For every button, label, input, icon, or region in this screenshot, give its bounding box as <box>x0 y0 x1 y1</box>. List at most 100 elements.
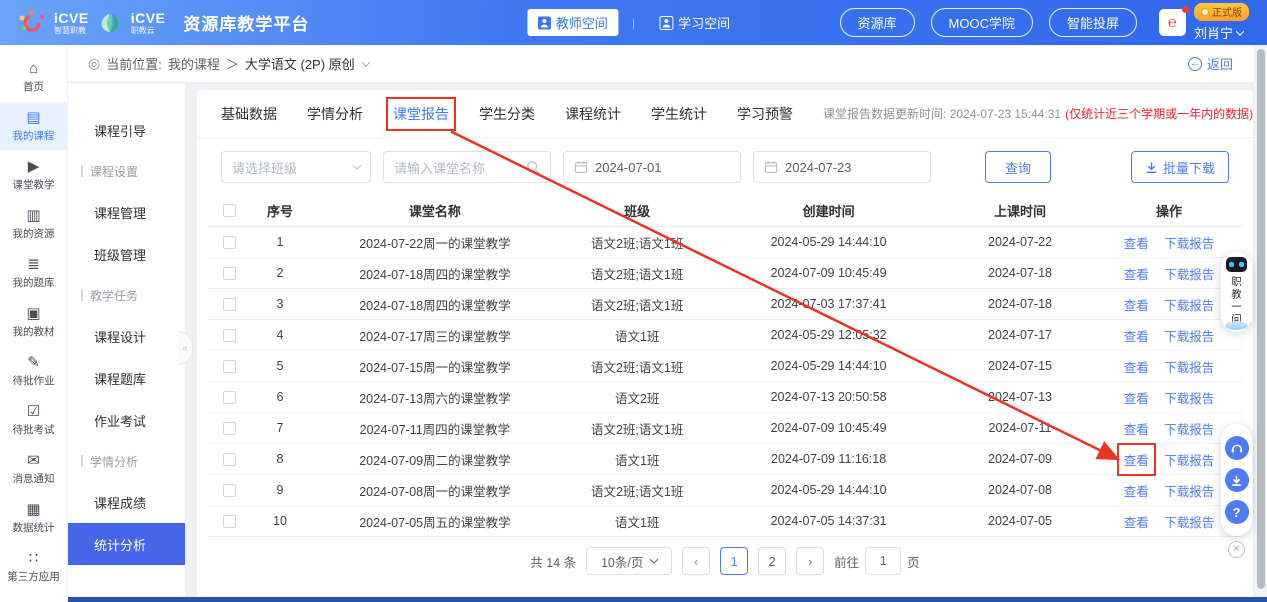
help-button[interactable]: ? <box>1225 500 1249 524</box>
rail-item-8[interactable]: ☑ 待批考试 <box>0 396 67 444</box>
tab-6[interactable]: 学生统计 <box>651 104 707 124</box>
next-page-button[interactable]: › <box>796 547 824 575</box>
mooc-academy-button[interactable]: MOOC学院 <box>931 8 1033 37</box>
menu-item-4[interactable]: 班级管理 <box>68 233 185 275</box>
row-checkbox[interactable] <box>223 453 236 466</box>
class-select[interactable]: 请选择班级 <box>221 151 371 183</box>
query-button[interactable]: 查询 <box>985 151 1051 183</box>
menu-item-7[interactable]: 课程题库 <box>68 357 185 399</box>
rail-item-7[interactable]: ✎ 待批作业 <box>0 347 67 395</box>
menu-item-11[interactable]: 统计分析 <box>68 523 185 565</box>
rail-item-4[interactable]: ▥ 我的资源 <box>0 200 67 248</box>
menu-item-8[interactable]: 作业考试 <box>68 399 185 441</box>
tab-3[interactable]: 课堂报告 <box>393 104 449 124</box>
learning-space-button[interactable]: 学习空间 <box>649 9 740 36</box>
table-row: 6 2024-07-13周六的课堂教学 语文2班 2024-07-13 20:5… <box>207 382 1243 413</box>
learning-space-icon <box>659 16 673 30</box>
download-report-link[interactable]: 下载报告 <box>1164 419 1214 438</box>
menu-item-10[interactable]: 课程成绩 <box>68 481 185 523</box>
page-button-2[interactable]: 2 <box>758 547 786 575</box>
page-button-1[interactable]: 1 <box>720 547 748 575</box>
user-menu[interactable]: 刘肖宁 <box>1194 23 1243 42</box>
view-link[interactable]: 查看 <box>1124 295 1149 314</box>
menu-item-6[interactable]: 课程设计 <box>68 315 185 357</box>
row-checkbox[interactable] <box>223 298 236 311</box>
tab-2[interactable]: 学情分析 <box>307 104 363 124</box>
rail-item-9[interactable]: ✉ 消息通知 <box>0 445 67 493</box>
row-checkbox[interactable] <box>223 360 236 373</box>
download-report-link[interactable]: 下载报告 <box>1164 450 1214 469</box>
row-checkbox[interactable] <box>223 484 236 497</box>
rail-item-1[interactable]: ⌂ 首页 <box>0 53 67 101</box>
download-report-link[interactable]: 下载报告 <box>1164 233 1214 252</box>
prev-page-button[interactable]: ‹ <box>682 547 710 575</box>
sidebar-collapse-handle[interactable]: « <box>178 331 193 365</box>
batch-download-button[interactable]: 批量下载 <box>1131 151 1229 183</box>
download-report-link[interactable]: 下载报告 <box>1164 326 1214 345</box>
back-button[interactable]: ← 返回 <box>1188 54 1233 73</box>
row-checkbox[interactable] <box>223 515 236 528</box>
goto-page-input[interactable] <box>865 547 901 575</box>
row-checkbox[interactable] <box>223 267 236 280</box>
toolbar-close-button[interactable]: ✕ <box>1228 541 1245 558</box>
report-main-card: 基础数据学情分析课堂报告学生分类课程统计学生统计学习预警 课堂报告数据更新时间:… <box>197 90 1253 602</box>
download-report-link[interactable]: 下载报告 <box>1164 481 1214 500</box>
user-avatar[interactable]: ℮ <box>1159 9 1186 36</box>
row-checkbox[interactable] <box>223 422 236 435</box>
course-switch-chevron-icon[interactable] <box>361 58 369 66</box>
col-header-actions: 操作 <box>1095 201 1243 220</box>
view-link[interactable]: 查看 <box>1124 388 1149 407</box>
ai-assistant-widget[interactable]: 职教一问 <box>1221 252 1252 332</box>
view-link[interactable]: 查看 <box>1124 357 1149 376</box>
resource-library-button[interactable]: 资源库 <box>840 8 915 37</box>
tab-7[interactable]: 学习预警 <box>737 104 793 124</box>
platform-title: 资源库教学平台 <box>183 10 309 35</box>
rail-item-5[interactable]: ≣ 我的题库 <box>0 249 67 297</box>
row-checkbox[interactable] <box>223 236 236 249</box>
menu-item-1[interactable]: 课程引导 <box>68 109 185 151</box>
teacher-space-button[interactable]: 教师空间 <box>527 9 618 36</box>
breadcrumb-current[interactable]: 大学语文 (2P) 原创 <box>245 54 355 73</box>
view-link[interactable]: 查看 <box>1124 419 1149 438</box>
date-end-picker[interactable]: 2024-07-23 <box>753 151 931 183</box>
view-link[interactable]: 查看 <box>1124 326 1149 345</box>
rail-item-3[interactable]: ▶ 课堂教学 <box>0 151 67 199</box>
download-report-link[interactable]: 下载报告 <box>1164 357 1214 376</box>
rail-item-10[interactable]: ▦ 数据统计 <box>0 494 67 542</box>
tab-4[interactable]: 学生分类 <box>479 104 535 124</box>
download-report-link[interactable]: 下载报告 <box>1164 264 1214 283</box>
view-link[interactable]: 查看 <box>1124 264 1149 283</box>
class-name-search-input[interactable]: 请输入课堂名称 <box>383 151 551 183</box>
table-header-row: 序号 课堂名称 班级 创建时间 上课时间 操作 <box>207 194 1243 227</box>
date-start-picker[interactable]: 2024-07-01 <box>563 151 741 183</box>
table-row: 4 2024-07-17周三的课堂教学 语文1班 2024-05-29 12:0… <box>207 320 1243 351</box>
table-row: 2 2024-07-18周四的课堂教学 语文2班;语文1班 2024-07-09… <box>207 258 1243 289</box>
download-report-link[interactable]: 下载报告 <box>1164 388 1214 407</box>
tab-5[interactable]: 课程统计 <box>565 104 621 124</box>
breadcrumb-parent[interactable]: 我的课程 <box>168 54 220 73</box>
row-checkbox[interactable] <box>223 329 236 342</box>
download-center-button[interactable] <box>1225 468 1249 492</box>
menu-item-3[interactable]: 课程管理 <box>68 191 185 233</box>
data-stats-icon: ▦ <box>26 502 40 517</box>
scrollbar-thumb[interactable] <box>1257 49 1265 589</box>
view-link[interactable]: 查看 <box>1124 450 1149 469</box>
rail-item-6[interactable]: ▣ 我的教材 <box>0 298 67 346</box>
download-report-link[interactable]: 下载报告 <box>1164 512 1214 531</box>
scrollbar-track[interactable] <box>1254 45 1267 602</box>
customer-service-button[interactable] <box>1225 436 1249 460</box>
download-report-link[interactable]: 下载报告 <box>1164 295 1214 314</box>
rail-item-2[interactable]: ▤ 我的课程 <box>0 102 67 150</box>
view-link[interactable]: 查看 <box>1124 481 1149 500</box>
row-checkbox[interactable] <box>223 391 236 404</box>
menu-group-label: 教学任务 <box>68 275 185 315</box>
view-link[interactable]: 查看 <box>1124 233 1149 252</box>
floating-toolbar: ? <box>1221 424 1252 536</box>
col-header-class: 班级 <box>562 201 712 220</box>
tab-1[interactable]: 基础数据 <box>221 104 277 124</box>
select-all-checkbox[interactable] <box>223 204 236 217</box>
smart-casting-button[interactable]: 智能投屏 <box>1049 8 1137 37</box>
rail-item-11[interactable]: ∷ 第三方应用 <box>0 543 67 591</box>
page-size-select[interactable]: 10条/页 <box>586 547 672 575</box>
view-link[interactable]: 查看 <box>1124 512 1149 531</box>
